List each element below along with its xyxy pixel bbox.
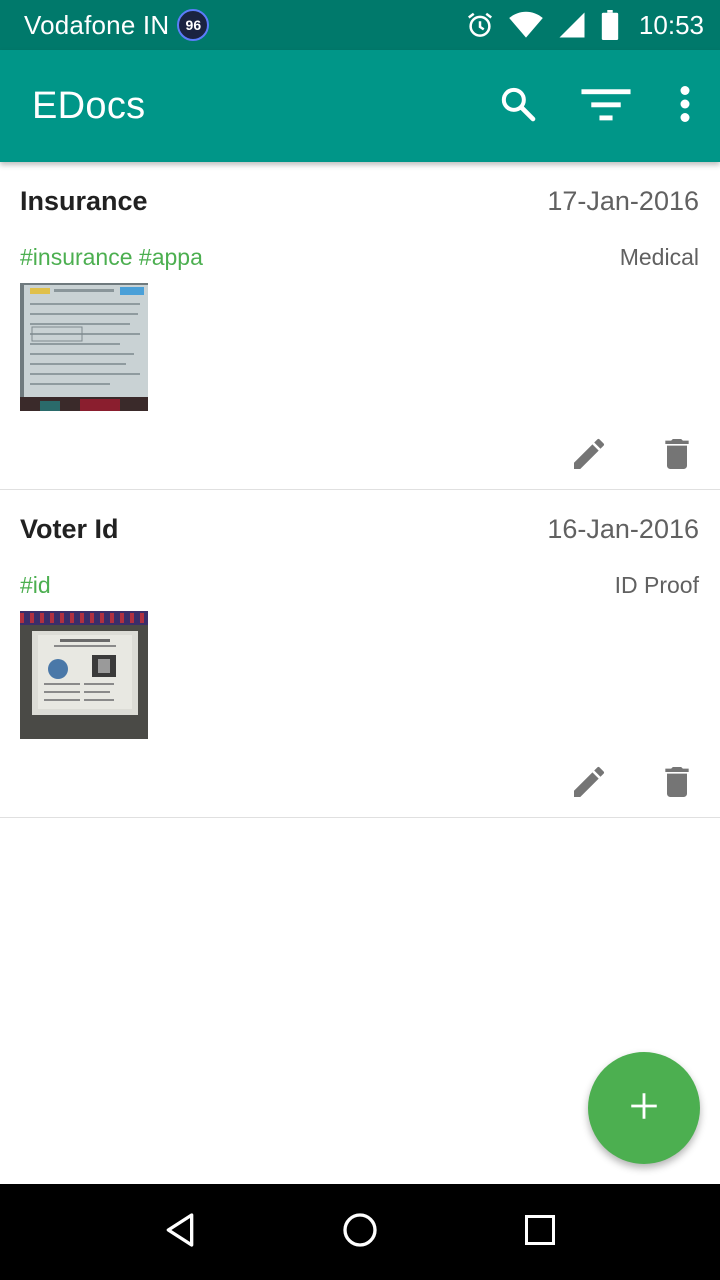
document-title: Insurance — [20, 186, 148, 216]
pencil-icon — [569, 762, 609, 807]
notification-badge: 96 — [177, 9, 210, 41]
back-button[interactable] — [140, 1192, 220, 1272]
home-icon — [340, 1210, 380, 1255]
system-nav-bar — [0, 1184, 720, 1280]
filter-button[interactable] — [562, 50, 650, 162]
trash-icon — [657, 434, 697, 479]
app-bar: EDocs — [0, 50, 720, 162]
delete-button[interactable] — [649, 756, 705, 812]
alarm-icon — [465, 10, 495, 40]
signal-icon — [557, 10, 587, 40]
add-document-button[interactable] — [588, 1052, 700, 1164]
document-thumbnail[interactable] — [20, 283, 148, 411]
recents-icon — [522, 1212, 558, 1253]
document-tags[interactable]: #insurance #appa — [20, 244, 203, 271]
status-bar: Vodafone IN 96 10:53 — [0, 0, 720, 50]
back-icon — [160, 1210, 200, 1255]
document-tags[interactable]: #id — [20, 572, 51, 599]
carrier-name: Vodafone IN — [24, 9, 170, 40]
app-title: EDocs — [32, 84, 146, 127]
document-card[interactable]: Insurance 17-Jan-2016 #insurance #appa M… — [0, 162, 720, 490]
document-list: Insurance 17-Jan-2016 #insurance #appa M… — [0, 162, 720, 818]
search-button[interactable] — [474, 50, 562, 162]
status-icons: 10:53 — [465, 10, 704, 41]
home-button[interactable] — [320, 1192, 400, 1272]
document-category: ID Proof — [614, 572, 699, 598]
document-card[interactable]: Voter Id 16-Jan-2016 #id ID Proof — [0, 490, 720, 818]
trash-icon — [657, 762, 697, 807]
pencil-icon — [569, 434, 609, 479]
more-vert-icon — [679, 85, 691, 127]
recents-button[interactable] — [500, 1192, 580, 1272]
document-date: 17-Jan-2016 — [547, 186, 699, 216]
more-options-button[interactable] — [650, 50, 720, 162]
search-icon — [498, 84, 538, 129]
plus-icon — [627, 1089, 661, 1128]
document-category: Medical — [619, 244, 699, 270]
wifi-icon — [509, 11, 543, 39]
document-thumbnail[interactable] — [20, 611, 148, 739]
delete-button[interactable] — [649, 428, 705, 484]
filter-icon — [581, 86, 631, 127]
battery-icon — [601, 10, 619, 40]
document-date: 16-Jan-2016 — [547, 514, 699, 544]
edit-button[interactable] — [561, 756, 617, 812]
clock: 10:53 — [638, 9, 704, 40]
edit-button[interactable] — [561, 428, 617, 484]
document-title: Voter Id — [20, 514, 119, 544]
app-bar-actions — [474, 50, 720, 162]
